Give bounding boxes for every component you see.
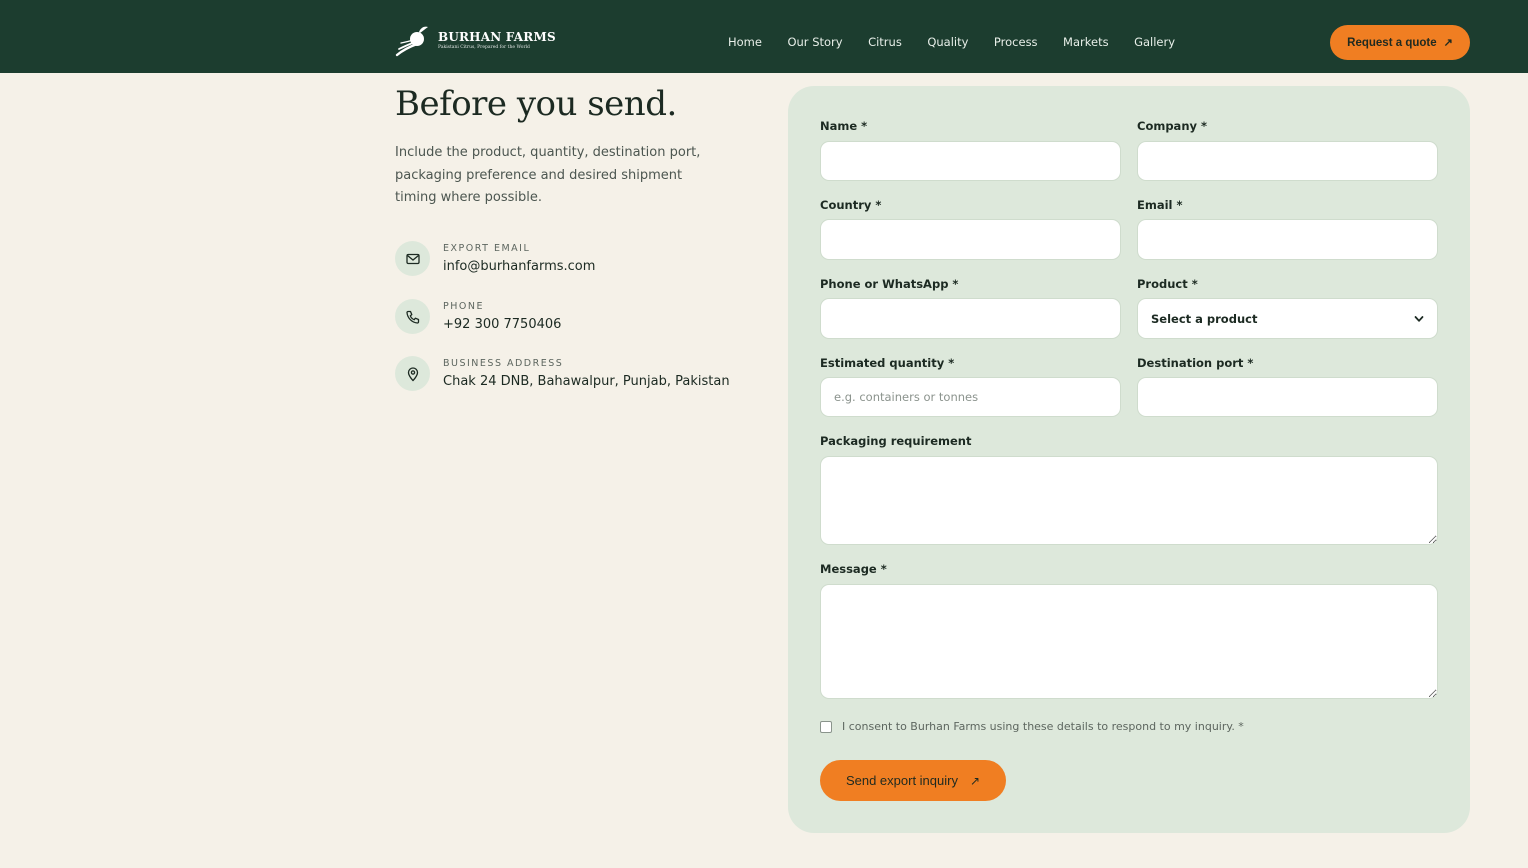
country-label: Country *	[820, 198, 882, 212]
brand-name: BURHAN FARMS	[438, 29, 556, 44]
brand-tagline: Pakistani Citrus, Prepared for the World	[438, 44, 530, 50]
company-input[interactable]	[1137, 141, 1438, 181]
location-pin-icon	[395, 356, 430, 391]
contact-address: BUSINESS ADDRESS Chak 24 DNB, Bahawalpur…	[395, 356, 730, 391]
consent-checkbox[interactable]	[820, 720, 832, 733]
message-label: Message *	[820, 562, 887, 576]
phone-label: Phone or WhatsApp *	[820, 277, 959, 291]
packaging-textarea[interactable]	[820, 456, 1438, 545]
nav-home[interactable]: Home	[728, 34, 762, 50]
consent-row: I consent to Burhan Farms using these de…	[820, 720, 1244, 733]
phone-link[interactable]: +92 300 7750406	[443, 317, 561, 333]
email-link[interactable]: info@burhanfarms.com	[443, 259, 595, 275]
contact-label: PHONE	[443, 301, 484, 312]
contact-label: BUSINESS ADDRESS	[443, 358, 564, 369]
main-nav: Home Our Story Citrus Quality Process Ma…	[728, 34, 1201, 50]
request-quote-label: Request a quote	[1347, 36, 1437, 49]
nav-process[interactable]: Process	[994, 34, 1038, 50]
contact-label: EXPORT EMAIL	[443, 243, 531, 254]
arrow-up-right-icon: ↗	[969, 773, 981, 788]
contact-email: EXPORT EMAIL info@burhanfarms.com	[395, 241, 595, 276]
send-inquiry-label: Send export inquiry	[845, 773, 958, 788]
chevron-down-icon	[1414, 315, 1424, 322]
nav-gallery[interactable]: Gallery	[1134, 34, 1175, 50]
address-text: Chak 24 DNB, Bahawalpur, Punjab, Pakista…	[443, 374, 730, 389]
company-label: Company *	[1137, 119, 1208, 133]
phone-icon	[395, 299, 430, 334]
citrus-leaf-logo-icon	[395, 26, 428, 57]
name-input[interactable]	[820, 141, 1121, 181]
site-header: BURHAN FARMS Pakistani Citrus, Prepared …	[0, 0, 1528, 73]
contact-phone: PHONE +92 300 7750406	[395, 299, 561, 334]
phone-input[interactable]	[820, 298, 1121, 339]
email-input[interactable]	[1137, 219, 1438, 260]
packaging-label: Packaging requirement	[820, 434, 972, 448]
name-label: Name *	[820, 119, 868, 133]
message-textarea[interactable]	[820, 584, 1438, 699]
mail-icon	[395, 241, 430, 276]
destination-port-input[interactable]	[1137, 377, 1438, 417]
nav-quality[interactable]: Quality	[927, 34, 968, 50]
send-inquiry-button[interactable]: Send export inquiry ↗	[820, 760, 1006, 801]
intro-text: Include the product, quantity, destinati…	[395, 145, 701, 205]
product-select[interactable]: Select a product	[1137, 298, 1438, 339]
quantity-input[interactable]	[820, 377, 1121, 417]
brand-logo[interactable]: BURHAN FARMS Pakistani Citrus, Prepared …	[395, 22, 556, 58]
arrow-up-right-icon: ↗	[1443, 37, 1453, 49]
nav-markets[interactable]: Markets	[1063, 34, 1109, 50]
email-label: Email *	[1137, 198, 1183, 212]
consent-text: I consent to Burhan Farms using these de…	[842, 720, 1244, 733]
quantity-label: Estimated quantity *	[820, 356, 955, 370]
nav-citrus[interactable]: Citrus	[868, 34, 902, 50]
page-title: Before you send.	[395, 84, 677, 124]
request-quote-button[interactable]: Request a quote ↗	[1330, 25, 1470, 60]
nav-our-story[interactable]: Our Story	[787, 34, 842, 50]
destination-port-label: Destination port *	[1137, 356, 1254, 370]
product-label: Product *	[1137, 277, 1198, 291]
product-select-value: Select a product	[1151, 311, 1258, 326]
country-input[interactable]	[820, 219, 1121, 260]
